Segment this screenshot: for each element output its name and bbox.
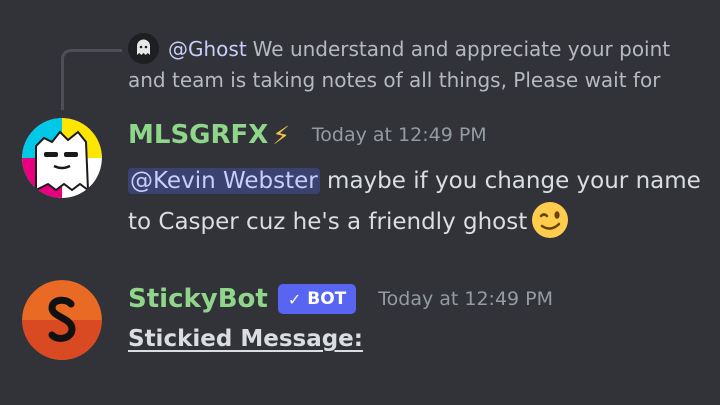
username[interactable]: MLSGRFX (128, 120, 268, 150)
user-mention[interactable]: @Kevin Webster (128, 168, 320, 194)
bot-badge: ✓ BOT (277, 284, 357, 314)
message-header: StickyBot ✓ BOT Today at 12:49 PM (128, 284, 553, 314)
reply-preview[interactable]: @Ghost We understand and appreciate your … (128, 34, 708, 96)
timestamp[interactable]: Today at 12:49 PM (378, 288, 553, 310)
timestamp[interactable]: Today at 12:49 PM (312, 124, 487, 146)
checkmark-icon: ✓ (287, 289, 302, 309)
username[interactable]: StickyBot (128, 284, 268, 314)
lightning-bolt-icon: ⚡ (272, 120, 290, 150)
reply-mention[interactable]: @Ghost (168, 37, 247, 61)
avatar[interactable] (22, 118, 102, 198)
avatar[interactable] (22, 280, 102, 360)
message-content: @Kevin Webster maybe if you change your … (128, 162, 708, 242)
stickied-message-heading: Stickied Message: (128, 326, 363, 352)
stickybot-logo-icon (22, 280, 102, 360)
reply-connector-line (61, 49, 122, 110)
winking-face-emoji-icon[interactable] (531, 201, 569, 239)
ghost-avatar-icon (22, 118, 102, 198)
bot-badge-label: BOT (307, 289, 347, 309)
message-header: MLSGRFX ⚡ Today at 12:49 PM (128, 120, 487, 150)
